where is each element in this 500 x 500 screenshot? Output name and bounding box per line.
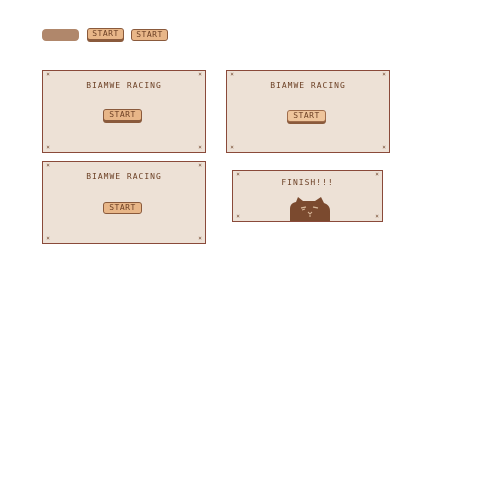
game-title: BIAMWE RACING (86, 81, 162, 90)
corner-x-icon: × (46, 162, 50, 169)
start-button[interactable]: START (103, 109, 142, 121)
corner-x-icon: × (236, 213, 240, 220)
corner-x-icon: × (198, 71, 202, 78)
corner-x-icon: × (230, 71, 234, 78)
cat-face-icon (290, 197, 330, 221)
corner-x-icon: × (230, 144, 234, 151)
finish-panel: × × × × FINISH!!! (232, 170, 383, 222)
corner-x-icon: × (198, 235, 202, 242)
corner-x-icon: × (382, 144, 386, 151)
start-button-raised[interactable]: START (87, 28, 124, 40)
title-panel-3: × × × × BIAMWE RACING START (42, 161, 206, 244)
corner-x-icon: × (198, 144, 202, 151)
corner-x-icon: × (375, 213, 379, 220)
game-title: BIAMWE RACING (270, 81, 346, 90)
corner-x-icon: × (382, 71, 386, 78)
corner-x-icon: × (46, 235, 50, 242)
blank-button[interactable] (42, 29, 79, 41)
title-panel-2: × × × × BIAMWE RACING START (226, 70, 390, 153)
corner-x-icon: × (198, 162, 202, 169)
corner-x-icon: × (46, 144, 50, 151)
start-button-hover[interactable]: START (287, 110, 326, 122)
start-button-flat[interactable]: START (131, 29, 168, 41)
start-button-pressed[interactable]: START (103, 202, 142, 214)
game-title: BIAMWE RACING (86, 172, 162, 181)
title-panel-1: × × × × BIAMWE RACING START (42, 70, 206, 153)
finish-title: FINISH!!! (281, 178, 334, 187)
corner-x-icon: × (46, 71, 50, 78)
